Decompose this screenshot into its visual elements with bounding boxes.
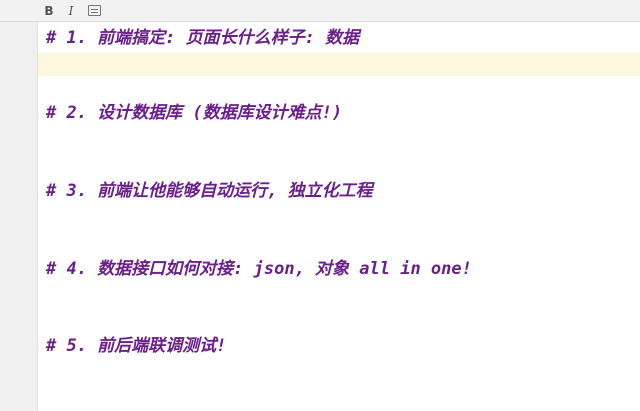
current-line-highlight bbox=[38, 53, 640, 76]
text-editor[interactable]: # 1. 前端搞定: 页面长什么样子: 数据 # 2. 设计数据库 (数据库设计… bbox=[38, 22, 640, 411]
italic-button[interactable]: I bbox=[64, 4, 78, 18]
editor-line-1[interactable]: # 1. 前端搞定: 页面长什么样子: 数据 bbox=[46, 26, 359, 50]
editor-line-5[interactable]: # 5. 前后端联调测试! bbox=[46, 334, 226, 358]
bold-button[interactable]: B bbox=[42, 4, 56, 18]
line-gutter bbox=[0, 22, 38, 411]
editor-line-4[interactable]: # 4. 数据接口如何对接: json, 对象 all in one! bbox=[46, 257, 472, 281]
editor-line-3[interactable]: # 3. 前端让他能够自动运行, 独立化工程 bbox=[46, 179, 373, 203]
format-toolbar: B I bbox=[0, 0, 640, 22]
editor-line-2[interactable]: # 2. 设计数据库 (数据库设计难点!) bbox=[46, 101, 342, 125]
code-block-icon[interactable] bbox=[88, 5, 101, 16]
